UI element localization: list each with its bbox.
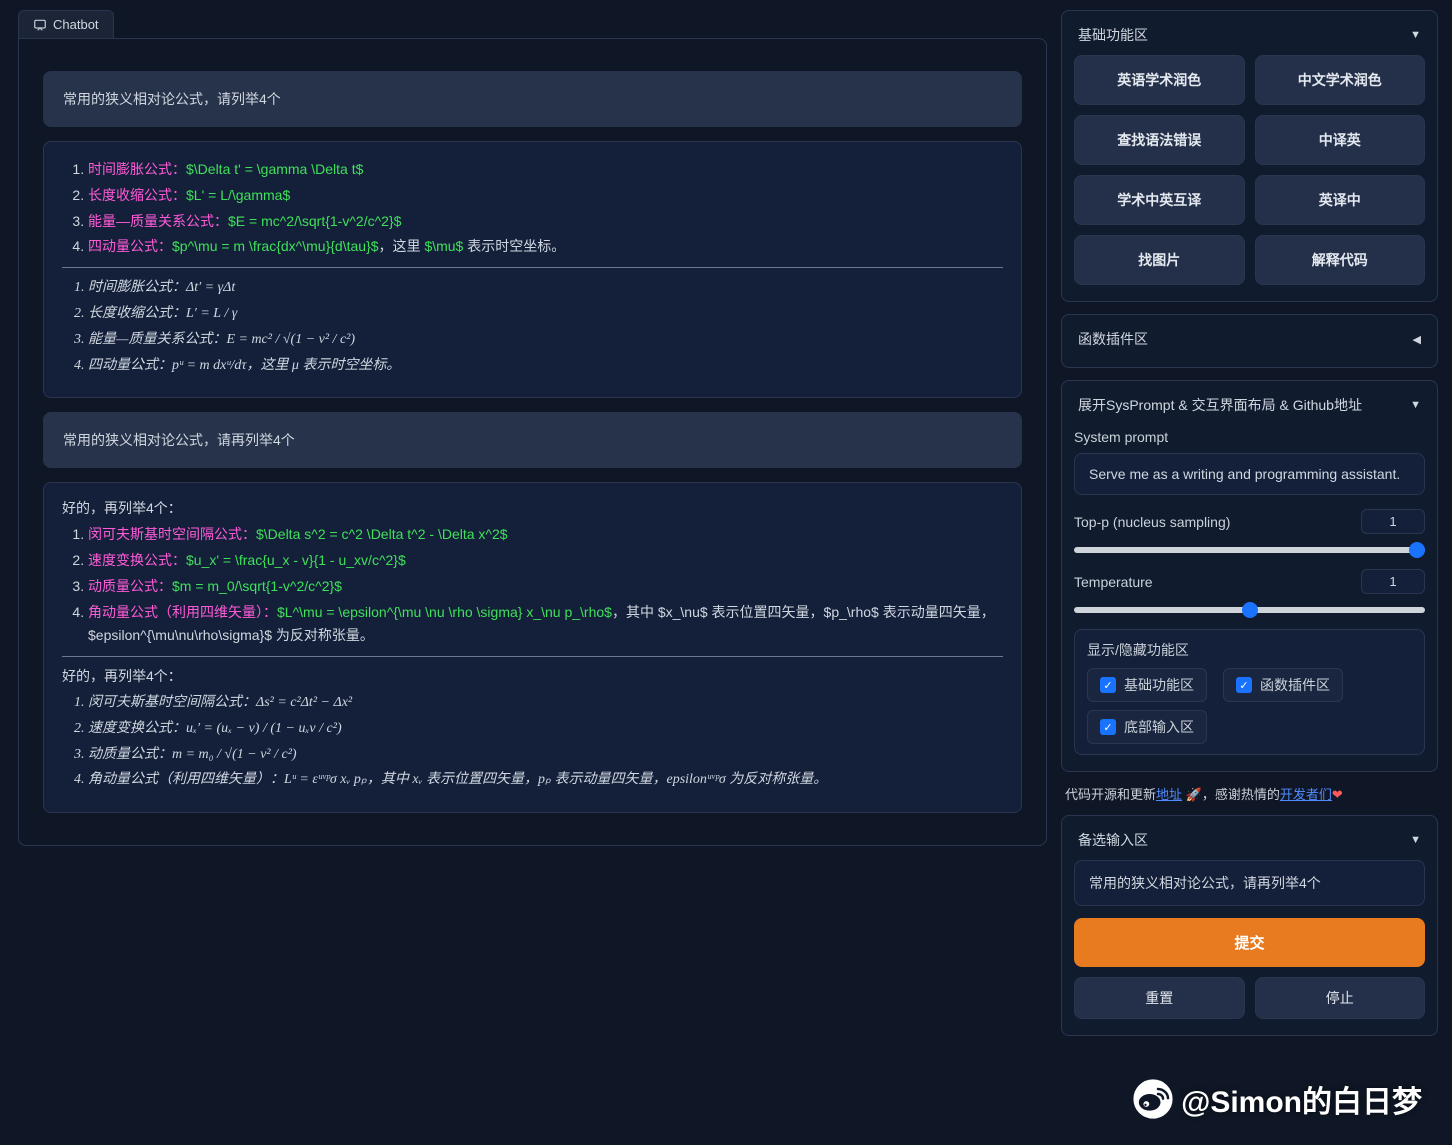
formula-list-rendered: 时间膨胀公式：Δt′ = γΔt 长度收缩公式：L′ = L / γ 能量—质量… xyxy=(62,276,1003,377)
btn-chinese-polish[interactable]: 中文学术润色 xyxy=(1255,55,1426,105)
basic-panel-header[interactable]: 基础功能区 ▼ xyxy=(1062,19,1437,55)
stop-button[interactable]: 停止 xyxy=(1255,977,1426,1019)
chat-icon xyxy=(33,18,47,32)
chevron-left-icon: ◀ xyxy=(1413,333,1421,346)
devs-link[interactable]: 开发者们 xyxy=(1280,787,1332,802)
panel-title: 展开SysPrompt & 交互界面布局 & Github地址 xyxy=(1078,395,1362,415)
basic-button-grid: 英语学术润色 中文学术润色 查找语法错误 中译英 学术中英互译 英译中 找图片 … xyxy=(1074,55,1425,285)
panel-title: 备选输入区 xyxy=(1078,830,1148,850)
submit-button[interactable]: 提交 xyxy=(1074,918,1425,967)
alt-input[interactable]: 常用的狭义相对论公式，请再列举4个 xyxy=(1074,860,1425,906)
input-panel: 备选输入区 ▼ 常用的狭义相对论公式，请再列举4个 提交 重置 停止 xyxy=(1061,815,1438,1036)
check-plugins[interactable]: ✓函数插件区 xyxy=(1223,668,1343,702)
bot-intro: 好的，再列举4个： xyxy=(62,497,1003,521)
system-prompt-input[interactable]: Serve me as a writing and programming as… xyxy=(1074,453,1425,495)
chatbot-tab[interactable]: Chatbot xyxy=(18,10,114,38)
main-column: Chatbot 常用的狭义相对论公式，请列举4个 时间膨胀公式：$\Delta … xyxy=(0,0,1057,1145)
btn-zh-to-en[interactable]: 中译英 xyxy=(1255,115,1426,165)
btn-academic-translate[interactable]: 学术中英互译 xyxy=(1074,175,1245,225)
footnote: 代码开源和更新地址 🚀，感谢热情的开发者们❤ xyxy=(1061,784,1438,803)
tab-label: Chatbot xyxy=(53,17,99,32)
reset-button[interactable]: 重置 xyxy=(1074,977,1245,1019)
panel-title: 基础功能区 xyxy=(1078,25,1148,45)
formula-list-rendered: 闵可夫斯基时空间隔公式：Δs² = c²Δt² − Δx² 速度变换公式：uₓ′… xyxy=(62,691,1003,792)
btn-en-to-zh[interactable]: 英译中 xyxy=(1255,175,1426,225)
bot-intro-rendered: 好的，再列举4个： xyxy=(62,665,1003,689)
user-text: 常用的狭义相对论公式，请再列举4个 xyxy=(63,432,295,448)
check-icon: ✓ xyxy=(1100,719,1116,735)
user-message: 常用的狭义相对论公式，请列举4个 xyxy=(43,71,1022,127)
btn-explain-code[interactable]: 解释代码 xyxy=(1255,235,1426,285)
btn-english-polish[interactable]: 英语学术润色 xyxy=(1074,55,1245,105)
plugins-panel: 函数插件区 ◀ xyxy=(1061,314,1438,368)
input-panel-header[interactable]: 备选输入区 ▼ xyxy=(1062,824,1437,860)
user-message: 常用的狭义相对论公式，请再列举4个 xyxy=(43,412,1022,468)
panel-title: 函数插件区 xyxy=(1078,329,1148,349)
check-bottom-input[interactable]: ✓底部输入区 xyxy=(1087,710,1207,744)
btn-grammar-check[interactable]: 查找语法错误 xyxy=(1074,115,1245,165)
topp-slider[interactable] xyxy=(1074,547,1425,553)
heart-icon: ❤ xyxy=(1332,787,1343,802)
formula-list-raw: 闵可夫斯基时空间隔公式：$\Delta s^2 = c^2 \Delta t^2… xyxy=(62,523,1003,648)
check-basic[interactable]: ✓基础功能区 xyxy=(1087,668,1207,702)
user-text: 常用的狭义相对论公式，请列举4个 xyxy=(63,91,281,107)
formula-list-raw: 时间膨胀公式：$\Delta t' = \gamma \Delta t$ 长度收… xyxy=(62,158,1003,259)
topp-label: Top-p (nucleus sampling) xyxy=(1074,514,1230,530)
bot-message: 时间膨胀公式：$\Delta t' = \gamma \Delta t$ 长度收… xyxy=(43,141,1022,398)
chevron-down-icon: ▼ xyxy=(1410,399,1421,411)
temperature-value[interactable]: 1 xyxy=(1361,569,1425,594)
bot-message: 好的，再列举4个： 闵可夫斯基时空间隔公式：$\Delta s^2 = c^2 … xyxy=(43,482,1022,813)
chevron-down-icon: ▼ xyxy=(1410,834,1421,846)
check-icon: ✓ xyxy=(1236,677,1252,693)
temperature-label: Temperature xyxy=(1074,574,1153,590)
chat-area: 常用的狭义相对论公式，请列举4个 时间膨胀公式：$\Delta t' = \ga… xyxy=(18,38,1047,846)
side-column: 基础功能区 ▼ 英语学术润色 中文学术润色 查找语法错误 中译英 学术中英互译 … xyxy=(1057,0,1452,1145)
rocket-icon: 🚀 xyxy=(1186,787,1202,802)
sysprompt-panel-header[interactable]: 展开SysPrompt & 交互界面布局 & Github地址 ▼ xyxy=(1062,389,1437,425)
visibility-group: 显示/隐藏功能区 ✓基础功能区 ✓函数插件区 ✓底部输入区 xyxy=(1074,629,1425,755)
repo-link[interactable]: 地址 xyxy=(1156,787,1182,802)
basic-panel: 基础功能区 ▼ 英语学术润色 中文学术润色 查找语法错误 中译英 学术中英互译 … xyxy=(1061,10,1438,302)
system-prompt-label: System prompt xyxy=(1074,429,1425,445)
chevron-down-icon: ▼ xyxy=(1410,29,1421,41)
btn-find-image[interactable]: 找图片 xyxy=(1074,235,1245,285)
temperature-slider[interactable] xyxy=(1074,607,1425,613)
sysprompt-panel: 展开SysPrompt & 交互界面布局 & Github地址 ▼ System… xyxy=(1061,380,1438,772)
topp-value[interactable]: 1 xyxy=(1361,509,1425,534)
plugins-panel-header[interactable]: 函数插件区 ◀ xyxy=(1062,323,1437,359)
check-icon: ✓ xyxy=(1100,677,1116,693)
visibility-label: 显示/隐藏功能区 xyxy=(1087,640,1412,660)
